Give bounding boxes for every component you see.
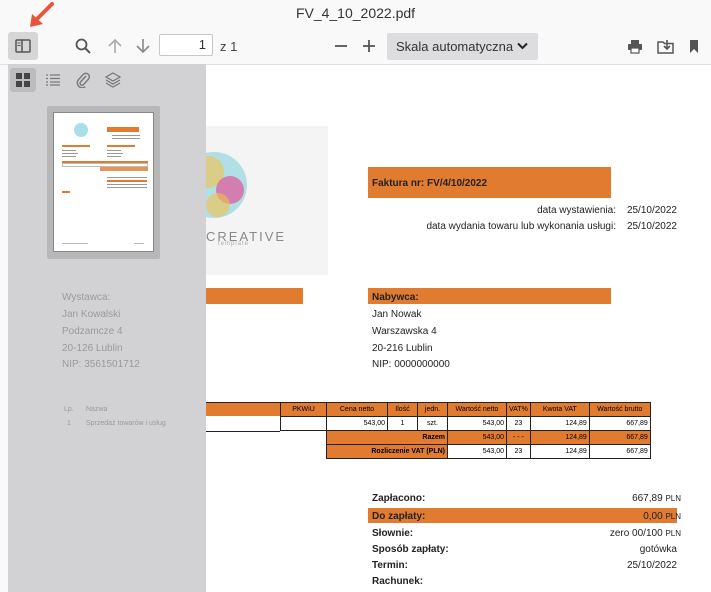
bookmark-button[interactable]	[684, 32, 704, 60]
logo-subtext: template	[218, 241, 250, 247]
page-thumbnail	[53, 112, 154, 252]
vat-label: Rozliczenie VAT (PLN)	[326, 444, 448, 459]
next-page-button[interactable]	[132, 32, 154, 60]
seller-nip: NIP: 3561501712	[62, 359, 140, 370]
table-header-row: PKWiU Cena netto Ilość jedn. Wartość net…	[280, 402, 651, 417]
buyer-city: 20-216 Lublin	[372, 343, 433, 354]
term-value: 25/10/2022	[626, 560, 677, 571]
zoom-out-button[interactable]	[331, 32, 351, 60]
layers-icon	[105, 72, 121, 88]
previous-page-button[interactable]	[104, 32, 126, 60]
logo-icon	[206, 152, 247, 218]
grid-icon	[16, 73, 30, 87]
ghost-col-lp: Lp.	[64, 406, 74, 413]
account-label: Rachunek:	[372, 576, 424, 587]
col-unit: jedn.	[417, 402, 448, 417]
tab-layers[interactable]	[100, 68, 126, 92]
list-icon	[46, 74, 60, 86]
buyer-nip: NIP: 0000000000	[372, 359, 450, 370]
table-vat-row: Rozliczenie VAT (PLN) 543,00 23 124,89 6…	[281, 444, 651, 459]
search-icon	[75, 38, 91, 54]
zoom-scale-value: Skala automatyczna	[396, 39, 514, 54]
due-label: Do zapłaty:	[372, 511, 426, 522]
seller-street: Podzamcze 4	[62, 326, 123, 337]
printer-icon	[628, 39, 642, 54]
document-viewer[interactable]: CREATIVE template Faktura nr: FV/4/10/20…	[206, 65, 711, 592]
minus-icon	[335, 45, 347, 47]
seller-heading: Wystawca:	[62, 292, 111, 303]
table-row: 543,00 1 szt. 543,00 23 124,89 667,89	[280, 416, 651, 431]
col-net-value: Wartość netto	[447, 402, 507, 417]
chevron-down-icon	[517, 42, 528, 50]
pdf-toolbar: 1 z 1 Skala automatyczna	[0, 28, 711, 65]
words-value: zero 00/100 PLN	[609, 528, 681, 539]
items-table: PKWiU Cena netto Ilość jedn. Wartość net…	[280, 402, 651, 459]
issue-date: 25/10/2022	[626, 205, 677, 216]
buyer-heading: Nabywca:	[372, 292, 419, 303]
bookmark-icon	[690, 39, 698, 53]
words-label: Słownie:	[372, 528, 414, 539]
col-vat-amount: Kwota VAT	[529, 402, 590, 417]
tab-outline[interactable]	[40, 68, 66, 92]
table-left-edge	[206, 402, 280, 432]
window-title: FV_4_10_2022.pdf	[0, 0, 711, 28]
paid-value: 667,89 PLN	[632, 493, 681, 504]
sidebar-tabs	[8, 64, 206, 96]
invoice-title: Faktura nr: FV/4/10/2022	[372, 178, 488, 189]
arrow-up-icon	[108, 38, 122, 53]
term-label: Termin:	[372, 560, 408, 571]
col-pkwiu: PKWiU	[280, 402, 327, 417]
tab-attachments[interactable]	[70, 68, 96, 92]
pdf-page: CREATIVE template Faktura nr: FV/4/10/20…	[206, 65, 711, 592]
save-button[interactable]	[654, 32, 676, 60]
col-net-price: Cena netto	[326, 402, 388, 417]
total-label: Razem	[326, 430, 448, 445]
ghost-row-lp: 1	[67, 420, 71, 427]
table-total-row: Razem 543,00 - - - 124,89 667,89	[281, 430, 651, 445]
paid-label: Zapłacono:	[372, 493, 426, 504]
paperclip-icon	[76, 72, 90, 88]
method-label: Sposób zapłaty:	[372, 544, 449, 555]
arrow-down-icon	[136, 39, 150, 54]
seller-city: 20-126 Lublin	[62, 343, 123, 354]
buyer-street: Warszawska 4	[372, 326, 437, 337]
col-gross-value: Wartość brutto	[588, 402, 651, 417]
ghost-row-name: Sprzedaż towarów i usług	[86, 420, 166, 427]
col-quantity: Ilość	[387, 402, 418, 417]
page-number-input[interactable]: 1	[159, 34, 213, 56]
page-total-label: z 1	[220, 39, 238, 54]
seller-name: Jan Kowalski	[62, 309, 121, 320]
sidebar-toggle-button[interactable]	[8, 32, 38, 60]
seller-band	[206, 288, 303, 304]
delivery-date-label: data wydania towaru lub wykonania usługi…	[426, 221, 616, 232]
issue-date-label: data wystawienia:	[537, 205, 616, 216]
ghost-col-name: Nazwa	[86, 406, 108, 413]
due-value: 0,00 PLN	[643, 511, 681, 522]
plus-icon	[363, 40, 375, 52]
page-thumbnail-selected[interactable]	[47, 106, 160, 259]
buyer-name: Jan Nowak	[372, 309, 422, 320]
col-vat-rate: VAT%	[506, 402, 531, 417]
annotation-arrow-icon	[30, 2, 54, 27]
download-folder-icon	[656, 39, 674, 54]
delivery-date: 25/10/2022	[626, 221, 677, 232]
zoom-scale-select[interactable]: Skala automatyczna	[387, 33, 538, 60]
method-value: gotówka	[639, 544, 677, 555]
tab-thumbnails[interactable]	[10, 68, 36, 92]
find-button[interactable]	[70, 32, 96, 60]
sidebar-icon	[15, 39, 31, 53]
print-button[interactable]	[624, 32, 646, 60]
zoom-in-button[interactable]	[359, 32, 379, 60]
